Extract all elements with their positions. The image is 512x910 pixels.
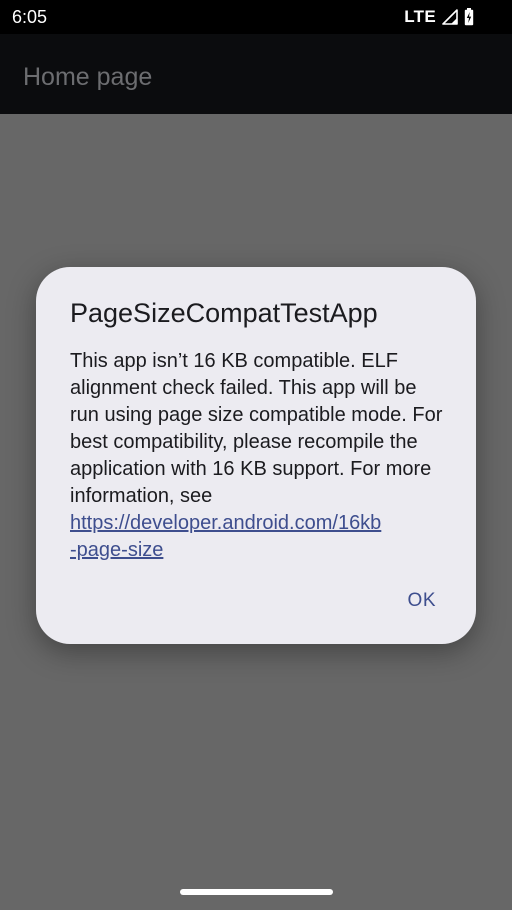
- ok-button[interactable]: OK: [402, 585, 442, 617]
- status-indicators: LTE: [404, 7, 474, 27]
- alert-dialog: PageSizeCompatTestApp This app isn’t 16 …: [36, 267, 476, 644]
- navigation-handle[interactable]: [180, 889, 333, 895]
- app-title: Home page: [23, 63, 153, 91]
- battery-charging-icon: [464, 8, 474, 26]
- network-type: LTE: [404, 7, 436, 26]
- signal-icon: [442, 9, 458, 25]
- app-bar: Home page: [0, 34, 512, 114]
- info-link[interactable]: https://developer.android.com/16kb -page-…: [70, 512, 381, 561]
- dialog-title: PageSizeCompatTestApp: [70, 298, 378, 328]
- status-bar: 6:05 LTE: [0, 0, 512, 34]
- status-time: 6:05: [12, 7, 48, 27]
- info-link-line2[interactable]: -page-size: [70, 539, 163, 561]
- dialog-message-text: This app isn’t 16 KB compatible. ELF ali…: [70, 350, 443, 507]
- dialog-message: This app isn’t 16 KB compatible. ELF ali…: [70, 348, 450, 564]
- info-link-line1[interactable]: https://developer.android.com/16kb: [70, 512, 381, 534]
